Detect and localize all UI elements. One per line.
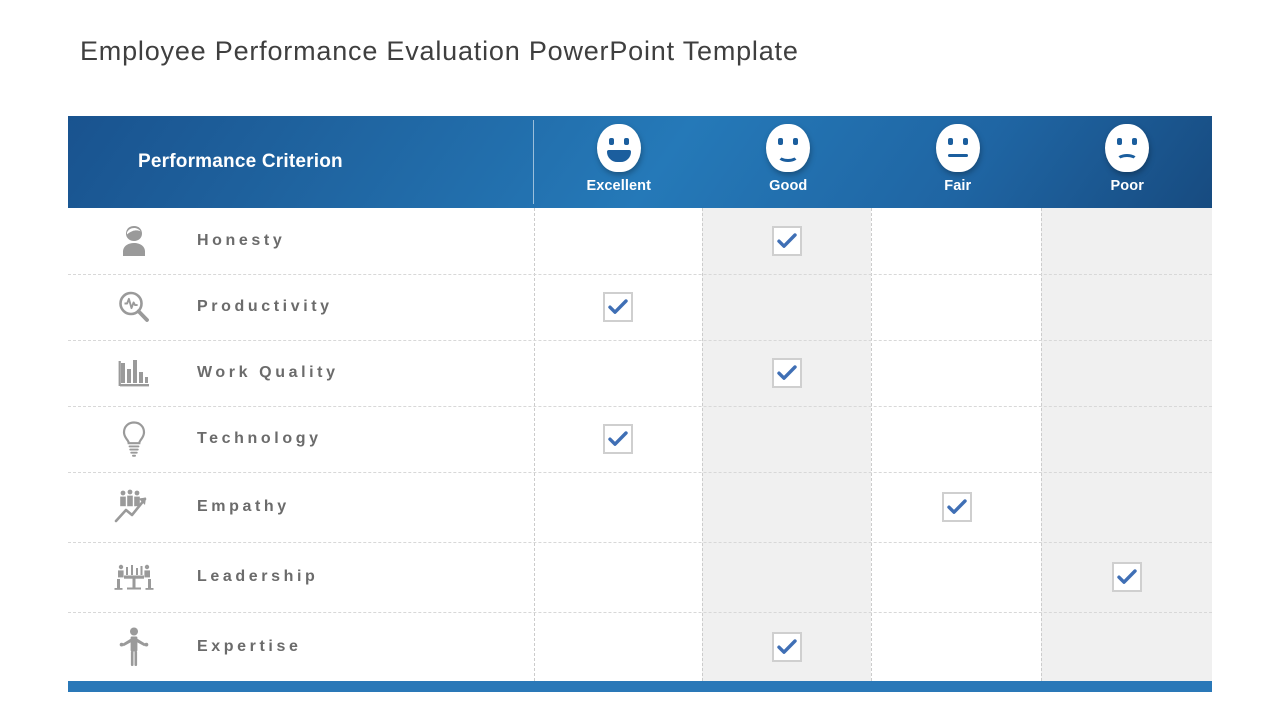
checkbox-cell-technology-excellent[interactable]: [533, 424, 702, 454]
checkbox-cell-expertise-good[interactable]: [703, 632, 872, 662]
header-vertical-divider: [533, 120, 534, 204]
row-label-cell-leadership: Leadership: [68, 560, 533, 594]
team-growth-icon: [106, 488, 162, 526]
row-label-cell-work-quality: Work Quality: [68, 356, 533, 390]
magnifier-pulse-icon: [106, 289, 162, 325]
table-row: Leadership: [68, 542, 1212, 612]
rating-label-good: Good: [769, 178, 808, 194]
row-label-cell-technology: Technology: [68, 420, 533, 458]
smiley-frown-icon: [1105, 124, 1150, 172]
header-cell-excellent[interactable]: Excellent: [534, 116, 704, 208]
row-label-expertise: Expertise: [197, 638, 302, 655]
header-cell-good[interactable]: Good: [704, 116, 874, 208]
row-label-technology: Technology: [197, 430, 322, 447]
bottom-accent-bar: [68, 681, 1212, 692]
table-row: Honesty: [68, 208, 1212, 274]
row-label-productivity: Productivity: [197, 298, 333, 315]
bar-chart-icon: [106, 356, 162, 390]
table-row: Expertise: [68, 612, 1212, 682]
checkbox-checked[interactable]: [1111, 562, 1142, 592]
checkbox-cell-honesty-good[interactable]: [703, 226, 872, 256]
checkbox-checked[interactable]: [772, 632, 803, 662]
row-label-cell-empathy: Empathy: [68, 488, 533, 526]
table-rows: Honesty Productivity Work Quality Techno…: [68, 208, 1212, 681]
smiley-neutral-icon: [935, 124, 980, 172]
checkbox-cell-productivity-excellent[interactable]: [533, 292, 702, 322]
row-label-cell-productivity: Productivity: [68, 289, 533, 325]
checkbox-cell-empathy-fair[interactable]: [872, 492, 1041, 522]
row-label-cell-expertise: Expertise: [68, 626, 533, 668]
checkbox-checked[interactable]: [603, 424, 634, 454]
row-label-honesty: Honesty: [197, 232, 286, 249]
performance-evaluation-table: Performance Criterion Excellent Good Fai…: [68, 116, 1212, 692]
row-label-empathy: Empathy: [197, 498, 290, 515]
table-row: Work Quality: [68, 340, 1212, 406]
table-row: Empathy: [68, 472, 1212, 542]
row-label-work-quality: Work Quality: [197, 364, 339, 381]
table-body: Honesty Productivity Work Quality Techno…: [68, 208, 1212, 681]
table-header-row: Performance Criterion Excellent Good Fai…: [68, 116, 1212, 208]
header-cell-fair[interactable]: Fair: [873, 116, 1043, 208]
meeting-table-icon: [106, 560, 162, 594]
criterion-header-label: Performance Criterion: [138, 151, 343, 172]
header-cell-criterion: Performance Criterion: [68, 116, 534, 208]
rating-label-excellent: Excellent: [586, 178, 652, 194]
checkbox-checked[interactable]: [772, 226, 803, 256]
row-label-cell-honesty: Honesty: [68, 223, 533, 259]
lightbulb-icon: [106, 420, 162, 458]
person-icon: [106, 223, 162, 259]
rating-label-fair: Fair: [944, 178, 972, 194]
rating-label-poor: Poor: [1110, 178, 1144, 194]
checkbox-cell-leadership-poor[interactable]: [1041, 562, 1212, 592]
table-row: Technology: [68, 406, 1212, 472]
smiley-open-mouth-icon: [596, 124, 641, 172]
person-arms-out-icon: [106, 626, 162, 668]
row-label-leadership: Leadership: [197, 568, 319, 585]
page-title: Employee Performance Evaluation PowerPoi…: [80, 36, 799, 66]
header-cell-poor[interactable]: Poor: [1043, 116, 1213, 208]
checkbox-checked[interactable]: [772, 358, 803, 388]
table-row: Productivity: [68, 274, 1212, 340]
checkbox-checked[interactable]: [603, 292, 634, 322]
smiley-smile-icon: [766, 124, 811, 172]
checkbox-checked[interactable]: [941, 492, 972, 522]
checkbox-cell-work-quality-good[interactable]: [703, 358, 872, 388]
